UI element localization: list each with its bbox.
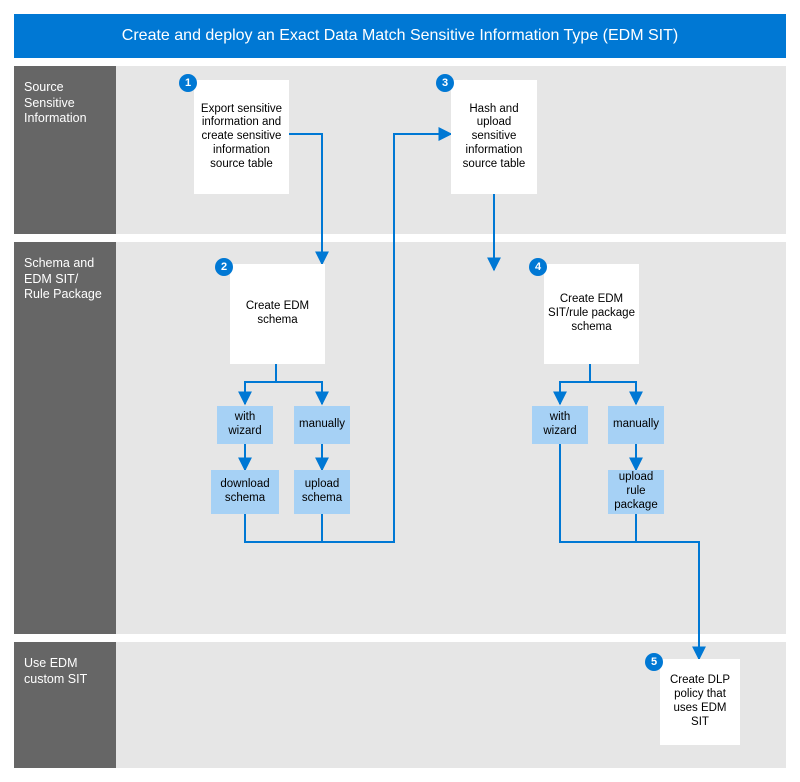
node-schema-wizard: with wizard xyxy=(217,406,273,444)
node-hash-upload-text: Hash and upload sensitive information so… xyxy=(455,103,533,172)
node-create-rule-package-text: Create EDM SIT/rule package schema xyxy=(548,293,635,334)
badge-2: 2 xyxy=(215,258,233,276)
node-rule-wizard: with wizard xyxy=(532,406,588,444)
node-create-schema: Create EDM schema xyxy=(230,264,325,364)
node-export-source-text: Export sensitive information and create … xyxy=(198,103,285,172)
title-bar: Create and deploy an Exact Data Match Se… xyxy=(14,14,786,58)
band-source-label: Source Sensitive Information xyxy=(14,66,116,234)
node-upload-schema-text: upload schema xyxy=(298,478,346,506)
node-schema-manual: manually xyxy=(294,406,350,444)
node-upload-schema: upload schema xyxy=(294,470,350,514)
badge-5: 5 xyxy=(645,653,663,671)
node-hash-upload: Hash and upload sensitive information so… xyxy=(451,80,537,194)
node-rule-manual: manually xyxy=(608,406,664,444)
badge-1: 1 xyxy=(179,74,197,92)
diagram-frame: Create and deploy an Exact Data Match Se… xyxy=(14,14,786,768)
band-schema-label: Schema and EDM SIT/ Rule Package xyxy=(14,242,116,634)
node-rule-wizard-text: with wizard xyxy=(536,411,584,439)
title-text: Create and deploy an Exact Data Match Se… xyxy=(122,27,678,45)
badge-3: 3 xyxy=(436,74,454,92)
band-schema: Schema and EDM SIT/ Rule Package xyxy=(14,238,786,634)
node-create-schema-text: Create EDM schema xyxy=(234,300,321,328)
band-source: Source Sensitive Information xyxy=(14,62,786,234)
node-export-source: Export sensitive information and create … xyxy=(194,80,289,194)
node-schema-wizard-text: with wizard xyxy=(221,411,269,439)
node-create-rule-package: Create EDM SIT/rule package schema xyxy=(544,264,639,364)
node-schema-manual-text: manually xyxy=(299,418,345,432)
node-rule-manual-text: manually xyxy=(613,418,659,432)
band-use-label: Use EDM custom SIT xyxy=(14,642,116,768)
node-upload-rule-package-text: upload rule package xyxy=(612,471,660,512)
node-upload-rule-package: upload rule package xyxy=(608,470,664,514)
badge-4: 4 xyxy=(529,258,547,276)
diagram-canvas: Create and deploy an Exact Data Match Se… xyxy=(0,0,800,782)
node-create-dlp-policy-text: Create DLP policy that uses EDM SIT xyxy=(664,674,736,729)
node-download-schema-text: download schema xyxy=(215,478,275,506)
node-create-dlp-policy: Create DLP policy that uses EDM SIT xyxy=(660,659,740,745)
node-download-schema: download schema xyxy=(211,470,279,514)
